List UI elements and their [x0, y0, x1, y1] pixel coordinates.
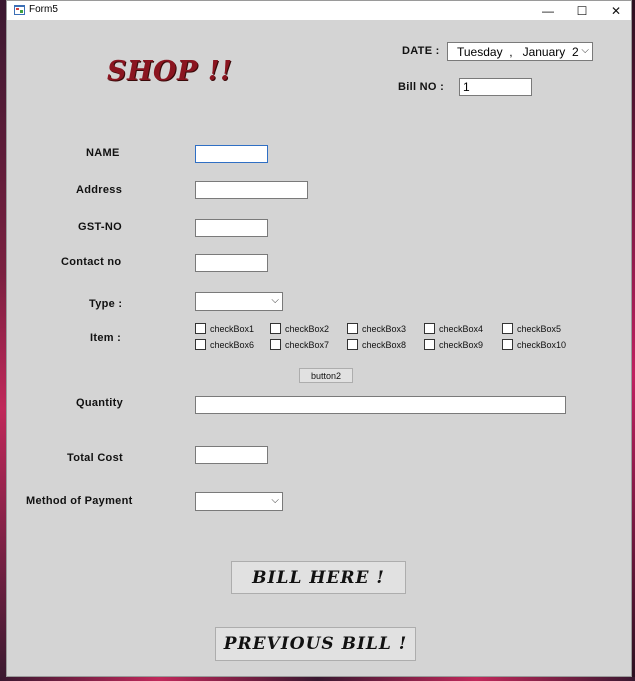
- button2[interactable]: button2: [299, 368, 353, 383]
- app-icon: [14, 5, 25, 15]
- type-dropdown[interactable]: ⌵: [195, 292, 283, 311]
- chevron-down-icon: ⌵: [271, 295, 279, 306]
- checkbox-label: checkBox10: [517, 339, 567, 350]
- quantity-label: Quantity: [76, 397, 124, 409]
- bill-no-field[interactable]: 1: [459, 78, 532, 96]
- chevron-down-icon: ⌵: [271, 495, 279, 506]
- close-button[interactable]: ✕: [599, 1, 633, 20]
- checkbox-square[interactable]: [502, 339, 513, 350]
- chevron-down-icon: ⌵: [581, 45, 589, 56]
- maximize-button[interactable]: ☐: [565, 1, 599, 20]
- window-title: Form5: [29, 4, 58, 15]
- address-field[interactable]: [195, 181, 308, 199]
- checkbox-square[interactable]: [347, 339, 358, 350]
- payment-method-dropdown[interactable]: ⌵: [195, 492, 283, 511]
- name-label: NAME: [86, 147, 120, 159]
- bill-no-label: Bill NO :: [398, 81, 445, 93]
- checkbox-square[interactable]: [195, 339, 206, 350]
- checkbox-square[interactable]: [195, 323, 206, 334]
- checkbox-9[interactable]: checkBox9: [424, 339, 483, 350]
- checkbox-label: checkBox3: [362, 323, 407, 334]
- address-label: Address: [76, 184, 123, 196]
- checkbox-label: checkBox9: [439, 339, 484, 350]
- checkbox-label: checkBox6: [210, 339, 255, 350]
- checkbox-label: checkBox1: [210, 323, 255, 334]
- checkbox-1[interactable]: checkBox1: [195, 323, 254, 334]
- desktop-background-bottom: [0, 677, 635, 681]
- shop-title: SHOP !!: [107, 56, 233, 87]
- date-picker[interactable]: Tuesday , January 2 ⌵: [447, 42, 593, 61]
- gst-no-label: GST-NO: [78, 221, 122, 233]
- contact-no-label: Contact no: [61, 256, 122, 268]
- date-value: Tuesday , January 2: [457, 45, 579, 59]
- checkbox-label: checkBox2: [285, 323, 330, 334]
- checkbox-square[interactable]: [270, 339, 281, 350]
- date-label: DATE :: [402, 45, 440, 57]
- payment-method-label: Method of Payment: [26, 495, 133, 507]
- name-field[interactable]: [195, 145, 268, 163]
- checkbox-label: checkBox4: [439, 323, 484, 334]
- checkbox-square[interactable]: [270, 323, 281, 334]
- contact-no-field[interactable]: [195, 254, 268, 272]
- minimize-icon: —: [542, 3, 554, 18]
- checkbox-7[interactable]: checkBox7: [270, 339, 329, 350]
- gst-no-field[interactable]: [195, 219, 268, 237]
- checkbox-label: checkBox5: [517, 323, 562, 334]
- title-bar[interactable]: Form5 — ☐ ✕: [7, 1, 631, 20]
- form-window: Form5 — ☐ ✕ SHOP !! DATE : Tuesday , Jan…: [6, 0, 632, 677]
- checkbox-square[interactable]: [347, 323, 358, 334]
- checkbox-3[interactable]: checkBox3: [347, 323, 406, 334]
- checkbox-5[interactable]: checkBox5: [502, 323, 561, 334]
- item-label: Item :: [90, 332, 122, 344]
- checkbox-label: checkBox8: [362, 339, 407, 350]
- total-cost-label: Total Cost: [67, 452, 123, 464]
- checkbox-square[interactable]: [424, 323, 435, 334]
- checkbox-2[interactable]: checkBox2: [270, 323, 329, 334]
- checkbox-square[interactable]: [502, 323, 513, 334]
- type-label: Type :: [89, 298, 123, 310]
- checkbox-6[interactable]: checkBox6: [195, 339, 254, 350]
- total-cost-field[interactable]: [195, 446, 268, 464]
- minimize-button[interactable]: —: [531, 1, 565, 20]
- quantity-field[interactable]: [195, 396, 566, 414]
- checkbox-4[interactable]: checkBox4: [424, 323, 483, 334]
- bill-here-button[interactable]: BILL HERE !: [231, 561, 406, 594]
- checkbox-label: checkBox7: [285, 339, 330, 350]
- checkbox-8[interactable]: checkBox8: [347, 339, 406, 350]
- checkbox-10[interactable]: checkBox10: [502, 339, 566, 350]
- previous-bill-button[interactable]: PREVIOUS BILL !: [215, 627, 416, 661]
- maximize-icon: ☐: [576, 3, 588, 18]
- close-icon: ✕: [610, 3, 622, 18]
- checkbox-square[interactable]: [424, 339, 435, 350]
